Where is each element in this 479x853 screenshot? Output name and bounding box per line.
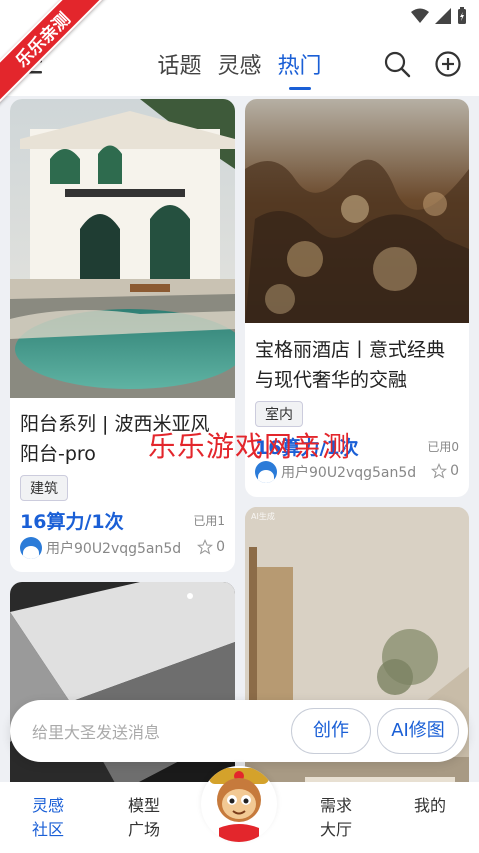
star-icon [197,539,214,555]
add-icon[interactable] [434,50,462,78]
price-label: 16算力/1次 [20,511,124,533]
post-card[interactable]: 阳台系列 | 波西米亚风阳台-pro 建筑 16算力/1次 已用1 用户90U2… [10,99,235,572]
post-tag: 建筑 [20,475,68,501]
like-count: 0 [450,463,459,479]
usage-count: 已用0 [427,440,459,454]
avatar [20,537,42,559]
nav-model-square[interactable]: 模型 广场 [114,794,174,842]
metal-texture-image [245,99,469,323]
nav-demand-hall[interactable]: 需求 大厅 [306,794,366,842]
monkey-king-avatar-button[interactable] [201,766,277,842]
tab-inspiration[interactable]: 灵感 [217,48,261,88]
search-icon[interactable] [383,50,411,78]
create-button[interactable]: 创作 [291,708,371,754]
author-name: 用户90U2vqg5an5d [281,465,417,481]
like-count: 0 [216,539,225,555]
ribbon-label: 乐乐亲测 [0,0,110,107]
author[interactable]: 用户90U2vqg5an5d [20,537,181,559]
nav-mine[interactable]: 我的 [400,794,460,818]
ai-retouch-button[interactable]: AI修图 [377,708,459,754]
nav-inspiration-community[interactable]: 灵感 社区 [18,794,78,842]
message-input[interactable]: 给里大圣发送消息 [32,719,160,743]
corner-ribbon: 乐乐亲测 [0,0,110,110]
star-icon [431,463,448,479]
post-tag: 室内 [255,401,303,427]
author-name: 用户90U2vqg5an5d [46,541,182,557]
watermark-text: 乐乐游戏网亲测 [148,430,352,463]
like-button[interactable]: 0 [197,539,225,555]
signal-icon [435,8,451,24]
battery-icon [458,7,466,24]
villa-image [10,99,235,398]
tab-hot[interactable]: 热门 [278,48,322,88]
post-title: 宝格丽酒店丨意式经典与现代奢华的交融 [255,339,446,391]
monkey-king-icon [209,768,269,842]
usage-count: 已用1 [193,514,225,528]
wifi-icon [411,8,429,23]
ai-generated-mark: AI生成 [251,512,275,521]
tab-topic[interactable]: 话题 [157,48,201,88]
chat-input-bar: 给里大圣发送消息 创作 AI修图 [10,700,468,762]
like-button[interactable]: 0 [431,463,459,479]
